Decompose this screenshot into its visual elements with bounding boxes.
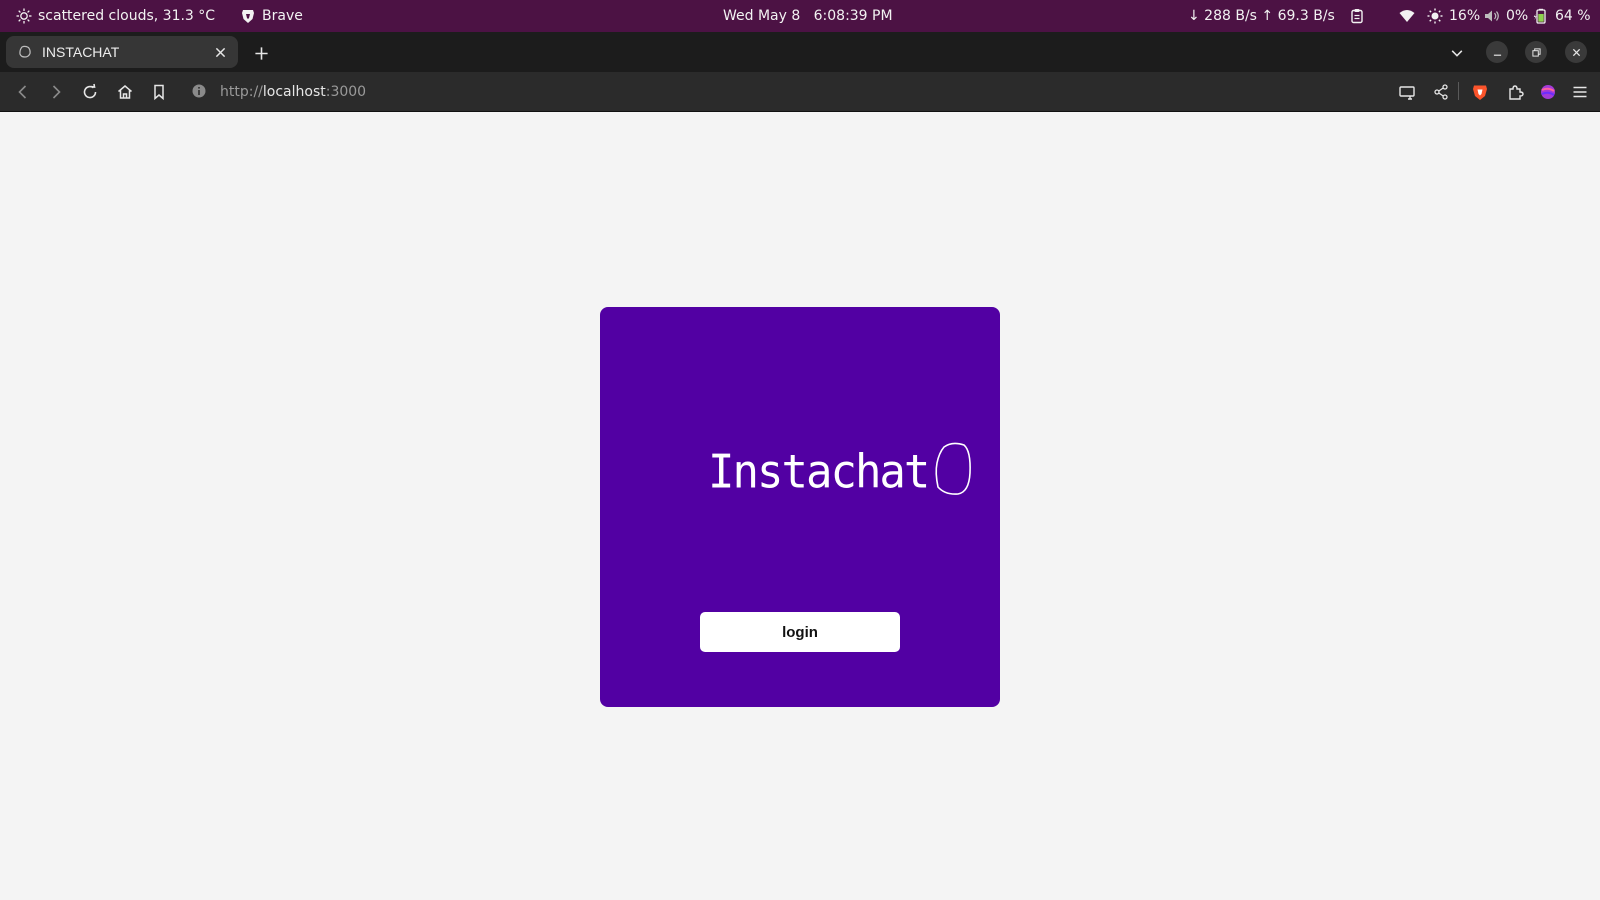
reload-button[interactable] (76, 78, 104, 106)
chevron-down-icon (1451, 50, 1463, 57)
tab-title: INSTACHAT (42, 44, 120, 60)
browser-toolbar: http://localhost:3000 (0, 72, 1600, 112)
arrow-right-icon (52, 85, 61, 99)
puzzle-icon (1509, 85, 1524, 100)
forward-button[interactable] (42, 78, 70, 106)
extensions-button[interactable] (1502, 78, 1530, 106)
url-host: localhost (262, 84, 326, 100)
close-icon (215, 47, 225, 57)
brave-lion-icon (240, 8, 256, 24)
window-close-icon (1572, 48, 1580, 56)
plus-icon (254, 46, 268, 60)
brave-rewards-button[interactable] (1534, 78, 1562, 106)
login-button[interactable]: login (700, 612, 900, 652)
restore-icon (1531, 47, 1541, 57)
arrow-left-icon (18, 85, 27, 99)
reload-icon (83, 83, 97, 99)
tab-favicon-icon (19, 45, 31, 58)
weather-text: scattered clouds, 31.3 °C (38, 8, 216, 24)
tab-close-button[interactable] (206, 38, 234, 66)
active-app-indicator[interactable]: Brave (240, 0, 303, 32)
url-port: :3000 (325, 84, 367, 100)
active-app-name: Brave (262, 8, 303, 24)
share-button[interactable] (1427, 78, 1455, 106)
restore-window-button[interactable] (1525, 41, 1547, 63)
weather-indicator[interactable]: scattered clouds, 31.3 °C (16, 0, 215, 32)
speaker-muted-icon (1484, 8, 1500, 24)
close-window-button[interactable] (1565, 41, 1587, 63)
home-button[interactable] (111, 78, 139, 106)
brave-shield-icon (1473, 85, 1487, 100)
minimize-window-button[interactable] (1486, 41, 1508, 63)
site-info-icon[interactable] (191, 83, 207, 99)
bookmark-button[interactable] (145, 78, 173, 106)
battery-indicator[interactable]: 64 % (1533, 0, 1591, 32)
brightness-text: 16% (1449, 8, 1481, 24)
brightness-indicator[interactable]: 16% (1427, 0, 1480, 32)
volume-indicator[interactable]: 0% (1484, 0, 1528, 32)
clock-text: Wed May 8 6:08:39 PM (723, 8, 893, 24)
browser-tab[interactable]: INSTACHAT (6, 36, 238, 68)
login-card: Instachat login (600, 307, 1000, 707)
network-speed-indicator[interactable]: ↓ 288 B/s ↑ 69.3 B/s (1188, 0, 1335, 32)
bookmark-icon (154, 84, 164, 101)
brave-shields-button[interactable] (1466, 78, 1494, 106)
hamburger-menu-icon (1573, 86, 1587, 98)
battery-text: 64 % (1555, 8, 1591, 24)
address-bar[interactable]: http://localhost:3000 (220, 82, 366, 102)
clipboard-icon (1349, 8, 1365, 24)
clipboard-indicator[interactable] (1349, 0, 1365, 32)
logo-text: Instachat (708, 445, 930, 500)
logo-pebble-icon (935, 442, 972, 495)
battery-charging-icon (1533, 8, 1549, 24)
url-scheme: http:// (220, 84, 263, 100)
brightness-icon (1427, 8, 1443, 24)
new-tab-button[interactable] (248, 40, 274, 66)
tab-search-button[interactable] (1444, 40, 1470, 66)
network-speed-text: ↓ 288 B/s ↑ 69.3 B/s (1188, 8, 1335, 24)
wifi-icon (1399, 8, 1415, 24)
weather-icon (16, 8, 32, 24)
wifi-indicator[interactable] (1399, 0, 1415, 32)
toolbar-divider (1458, 82, 1459, 100)
main-menu-button[interactable] (1566, 78, 1594, 106)
system-top-bar: scattered clouds, 31.3 °C Brave Wed May … (0, 0, 1600, 32)
cast-icon (1399, 86, 1415, 100)
browser-tab-strip: INSTACHAT (0, 32, 1600, 72)
back-button[interactable] (9, 78, 37, 106)
home-icon (118, 85, 132, 99)
cast-button[interactable] (1393, 78, 1421, 106)
volume-text: 0% (1506, 8, 1529, 24)
clock[interactable]: Wed May 8 6:08:39 PM (723, 0, 893, 32)
app-logo: Instachat (708, 435, 974, 499)
minimize-icon (1493, 54, 1501, 56)
rewards-icon (1541, 85, 1555, 99)
share-icon (1434, 84, 1448, 100)
